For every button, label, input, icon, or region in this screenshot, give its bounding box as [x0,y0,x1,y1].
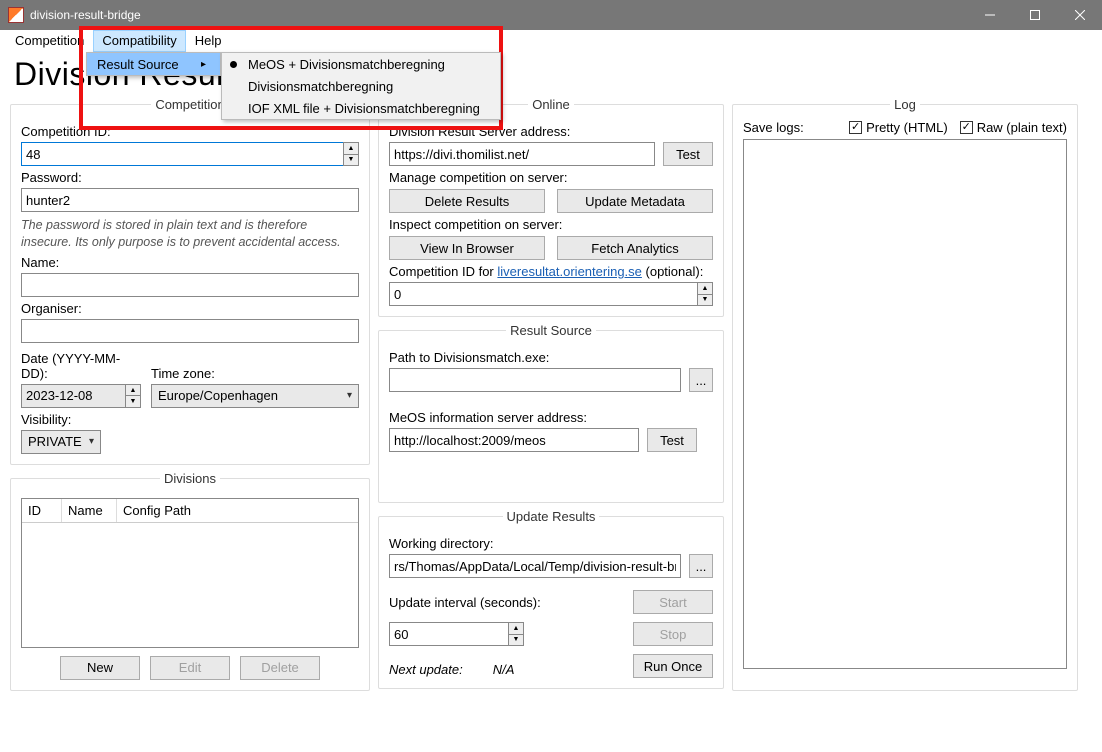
checkbox-icon [849,121,862,134]
live-id-input[interactable] [389,282,697,306]
next-update-value: N/A [493,662,515,677]
chevron-down-icon: ▾ [89,436,94,447]
window-title: division-result-bridge [30,8,967,22]
live-id-spin[interactable]: ▲▼ [697,282,713,306]
divisions-legend: Divisions [160,471,220,486]
competition-group: Competition Competition ID: ▲▼ Password:… [10,97,370,465]
new-button[interactable]: New [60,656,140,680]
close-button[interactable] [1057,0,1102,30]
online-legend: Online [528,97,574,112]
titlebar: division-result-bridge [0,0,1102,30]
menubar: Competition Compatibility Help [0,30,1102,52]
server-test-button[interactable]: Test [663,142,713,166]
live-label: Competition ID for liveresultat.orienter… [389,264,713,279]
meos-input[interactable] [389,428,639,452]
next-update-label: Next update: [389,662,463,677]
inspect-label: Inspect competition on server: [389,217,713,232]
dm-path-label: Path to Divisionsmatch.exe: [389,350,713,365]
visibility-value: PRIVATE [28,434,82,449]
organiser-label: Organiser: [21,301,359,316]
meos-label: MeOS information server address: [389,410,713,425]
radio-dot-icon [230,61,237,68]
competition-id-label: Competition ID: [21,124,359,139]
name-label: Name: [21,255,359,270]
menu-compatibility[interactable]: Compatibility [93,30,185,52]
date-label: Date (YYYY-MM-DD): [21,351,141,381]
app-icon [8,7,24,23]
divisions-table[interactable]: ID Name Config Path [21,498,359,648]
interval-spin[interactable]: ▲▼ [508,622,524,646]
log-textarea[interactable] [743,139,1067,669]
edit-button[interactable]: Edit [150,656,230,680]
col-name[interactable]: Name [62,499,117,522]
organiser-input[interactable] [21,319,359,343]
visibility-label: Visibility: [21,412,359,427]
minimize-button[interactable] [967,0,1012,30]
password-note: The password is stored in plain text and… [21,217,359,251]
dm-path-input[interactable] [389,368,681,392]
update-group: Update Results Working directory: ... Up… [378,509,724,689]
competition-id-spin[interactable]: ▲▼ [343,142,359,166]
stop-button[interactable]: Stop [633,622,713,646]
submenu-option-1[interactable]: Divisionsmatchberegning [222,75,500,97]
online-group: Online Division Result Server address: T… [378,97,724,317]
menu-competition[interactable]: Competition [6,30,93,52]
run-once-button[interactable]: Run Once [633,654,713,678]
submenu-option-2[interactable]: IOF XML file + Divisionsmatchberegning [222,97,500,119]
result-source-group: Result Source Path to Divisionsmatch.exe… [378,323,724,503]
delete-results-button[interactable]: Delete Results [389,189,545,213]
name-input[interactable] [21,273,359,297]
menu-help[interactable]: Help [186,30,231,52]
log-legend: Log [890,97,920,112]
log-group: Log Save logs: Pretty (HTML) Raw (plain … [732,97,1078,691]
save-logs-label: Save logs: [743,120,804,135]
wd-input[interactable] [389,554,681,578]
meos-test-button[interactable]: Test [647,428,697,452]
maximize-button[interactable] [1012,0,1057,30]
divisions-group: Divisions ID Name Config Path New Edit D… [10,471,370,691]
update-legend: Update Results [503,509,600,524]
start-button[interactable]: Start [633,590,713,614]
chevron-down-icon: ▾ [347,390,352,401]
competition-legend: Competition [151,97,228,112]
visibility-select[interactable]: PRIVATE ▾ [21,430,101,454]
live-link[interactable]: liveresultat.orientering.se [497,264,642,279]
checkbox-icon [960,121,973,134]
date-input[interactable] [21,384,125,408]
tz-select[interactable]: Europe/Copenhagen ▾ [151,384,359,408]
dm-browse-button[interactable]: ... [689,368,713,392]
submenu-arrow-icon: ▸ [201,59,206,70]
wd-label: Working directory: [389,536,713,551]
menu-result-source[interactable]: Result Source ▸ [87,53,220,75]
raw-checkbox[interactable]: Raw (plain text) [960,120,1067,135]
delete-button[interactable]: Delete [240,656,320,680]
compatibility-menu: Result Source ▸ [86,52,221,76]
pretty-checkbox[interactable]: Pretty (HTML) [849,120,948,135]
tz-label: Time zone: [151,366,359,381]
manage-label: Manage competition on server: [389,170,713,185]
interval-label: Update interval (seconds): [389,595,623,610]
password-input[interactable] [21,188,359,212]
col-id[interactable]: ID [22,499,62,522]
result-source-legend: Result Source [506,323,596,338]
update-metadata-button[interactable]: Update Metadata [557,189,713,213]
result-source-submenu: MeOS + Divisionsmatchberegning Divisions… [221,52,501,120]
col-configpath[interactable]: Config Path [117,499,358,522]
interval-input[interactable] [389,622,508,646]
wd-browse-button[interactable]: ... [689,554,713,578]
competition-id-input[interactable] [21,142,343,166]
password-label: Password: [21,170,359,185]
server-input[interactable] [389,142,655,166]
fetch-analytics-button[interactable]: Fetch Analytics [557,236,713,260]
tz-value: Europe/Copenhagen [158,388,278,403]
server-label: Division Result Server address: [389,124,713,139]
date-spin[interactable]: ▲▼ [125,384,141,408]
submenu-option-0[interactable]: MeOS + Divisionsmatchberegning [222,53,500,75]
view-browser-button[interactable]: View In Browser [389,236,545,260]
